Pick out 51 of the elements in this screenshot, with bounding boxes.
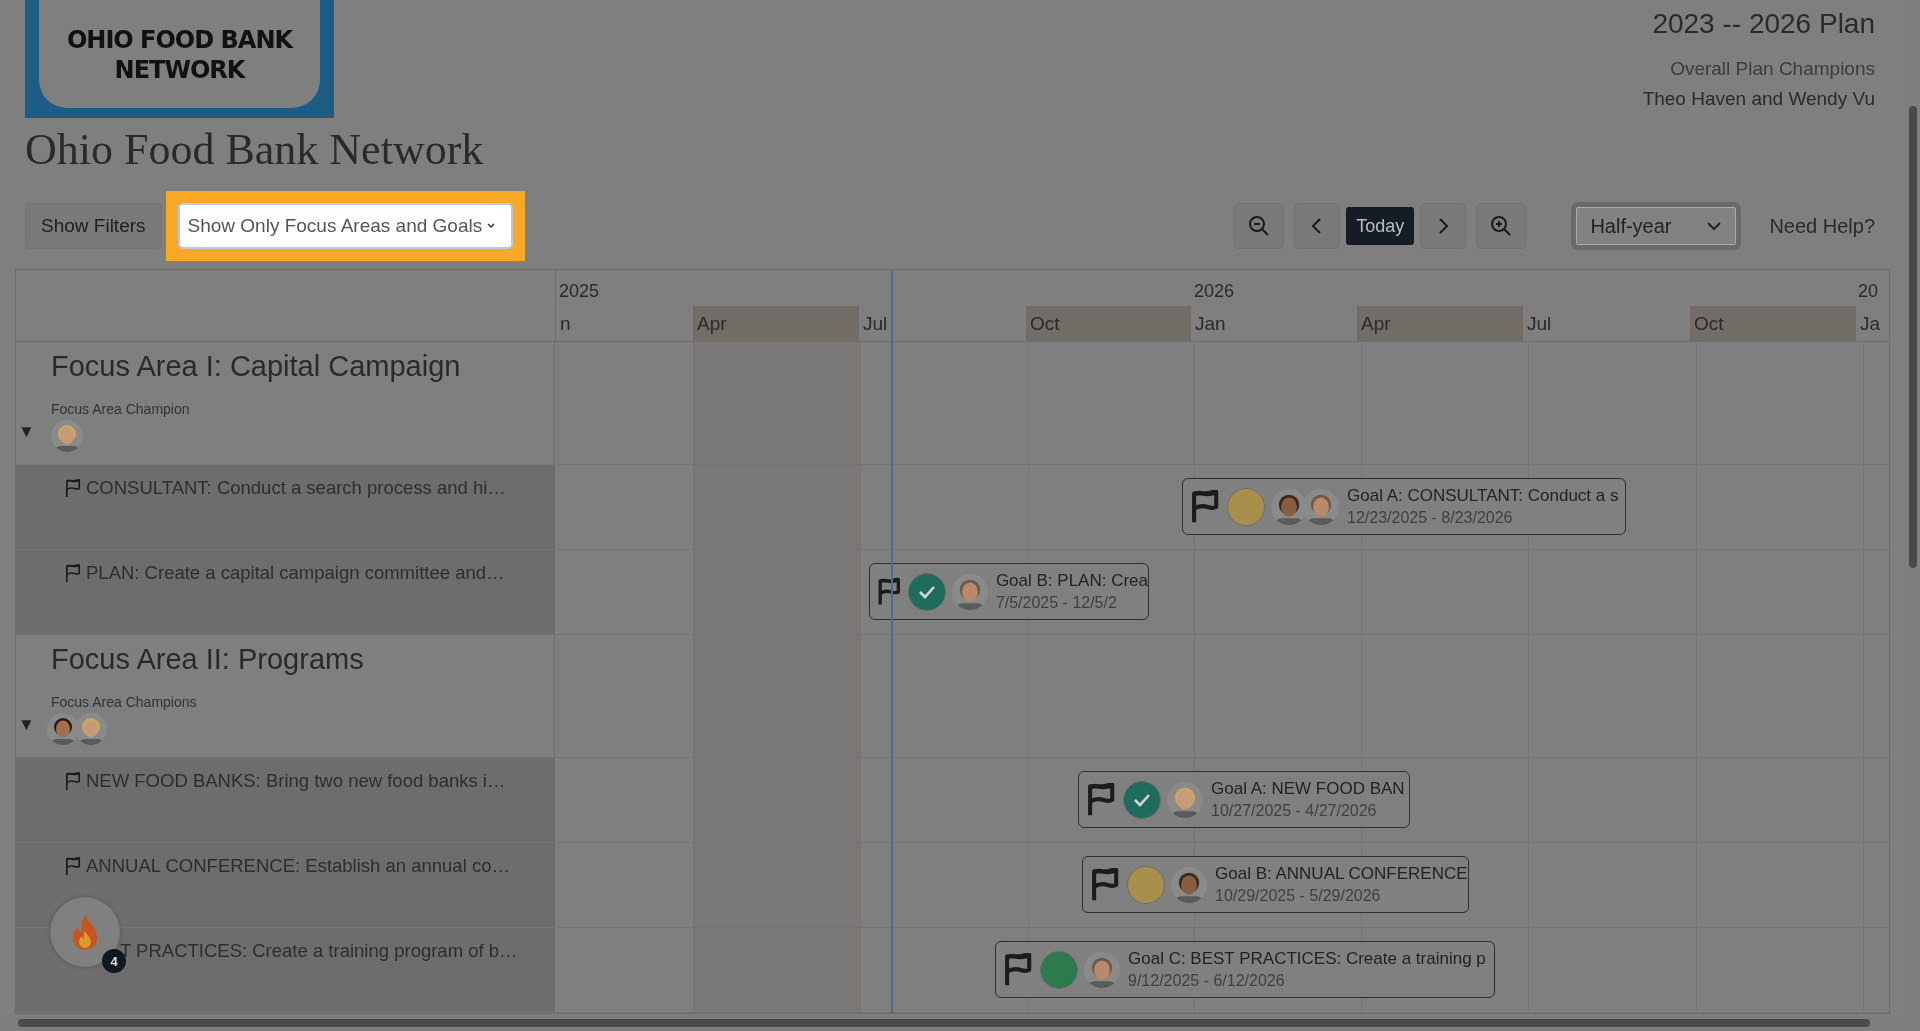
goal-bar[interactable]: Goal B: ANNUAL CONFERENCE 10/29/2025 - 5/29/2026 xyxy=(1082,856,1469,913)
collapse-toggle[interactable]: ▼ xyxy=(18,715,35,735)
view-select[interactable]: Show Only Focus Areas and Goals xyxy=(177,203,513,249)
goal-bar-title: Goal B: ANNUAL CONFERENCE xyxy=(1215,864,1468,884)
plan-title: 2023 -- 2026 Plan xyxy=(1652,8,1875,40)
logo-text: OHIO FOOD BANK NETWORK xyxy=(65,25,295,85)
scale-select[interactable]: Half-year xyxy=(1571,202,1742,250)
year-label: 2025 xyxy=(558,281,601,303)
focus-area-title: Focus Area II: Programs xyxy=(51,643,364,676)
champion-label: Focus Area Champions xyxy=(51,694,197,710)
goal-bar-title: Goal A: CONSULTANT: Conduct a s xyxy=(1347,486,1619,506)
today-button[interactable]: Today xyxy=(1346,207,1415,245)
goal-bar[interactable]: Goal C: BEST PRACTICES: Create a training p 9/12/2025 - 6/12/2026 xyxy=(995,941,1495,998)
zoom-in-icon xyxy=(1490,215,1513,237)
goal-bar-dates: 12/23/2025 - 8/23/2026 xyxy=(1347,509,1514,527)
collapse-toggle[interactable]: ▼ xyxy=(18,422,35,442)
chevron-down-icon xyxy=(1706,221,1723,231)
champion-label: Focus Area Champion xyxy=(51,401,190,417)
quarter-label: Oct xyxy=(1026,306,1191,341)
show-filters-button[interactable]: Show Filters xyxy=(25,203,162,249)
goal-bar-title: Goal B: PLAN: Crea xyxy=(995,571,1148,591)
focus-area-title: Focus Area I: Capital Campaign xyxy=(51,350,461,383)
zoom-in-button[interactable] xyxy=(1476,203,1527,249)
goal-bar-title: Goal C: BEST PRACTICES: Create a training p xyxy=(1128,949,1486,969)
quarter-label: Apr xyxy=(693,306,859,341)
goal-bar[interactable]: Goal B: PLAN: Crea 7/5/2025 - 12/5/2 xyxy=(869,563,1149,620)
goal-bar[interactable]: Goal A: CONSULTANT: Conduct a s 12/23/2025 - 8/23/2026 xyxy=(1182,478,1626,535)
goal-bar-dates: 7/5/2025 - 12/5/2 xyxy=(995,594,1118,612)
goal-bar-dates: 10/29/2025 - 5/29/2026 xyxy=(1215,887,1382,905)
year-label: 20 xyxy=(1857,281,1880,303)
goal-bar-title: Goal A: NEW FOOD BAN xyxy=(1211,779,1405,799)
organization-title: Ohio Food Bank Network xyxy=(25,124,484,175)
previous-button[interactable] xyxy=(1294,203,1341,249)
next-button[interactable] xyxy=(1420,203,1467,249)
goal-label: ANNUAL CONFERENCE: Establish an annual co… xyxy=(86,855,510,877)
goal-label: PLAN: Create a capital campaign committee and… xyxy=(86,562,505,584)
goal-bar-dates: 9/12/2025 - 6/12/2026 xyxy=(1128,972,1286,990)
goal-bar-dates: 10/27/2025 - 4/27/2026 xyxy=(1211,802,1378,820)
zoom-out-button[interactable] xyxy=(1234,203,1285,249)
zoom-out-icon xyxy=(1248,215,1271,237)
year-label: 2026 xyxy=(1193,281,1236,303)
quarter-label: Oct xyxy=(1690,306,1856,341)
quarter-label: Apr xyxy=(1357,306,1523,341)
chevron-right-icon xyxy=(1436,217,1451,235)
goal-label: NEW FOOD BANKS: Bring two new food banks i… xyxy=(86,770,506,792)
goal-bar[interactable]: Goal A: NEW FOOD BAN 10/27/2025 - 4/27/2026 xyxy=(1078,771,1410,828)
help-link[interactable]: Need Help? xyxy=(1769,214,1875,238)
champions-label: Overall Plan Champions xyxy=(1670,58,1875,80)
goal-label: CONSULTANT: Conduct a search process and hi… xyxy=(86,477,506,499)
chevron-down-icon xyxy=(486,221,497,231)
champions-names: Theo Haven and Wendy Vu xyxy=(1642,88,1875,110)
